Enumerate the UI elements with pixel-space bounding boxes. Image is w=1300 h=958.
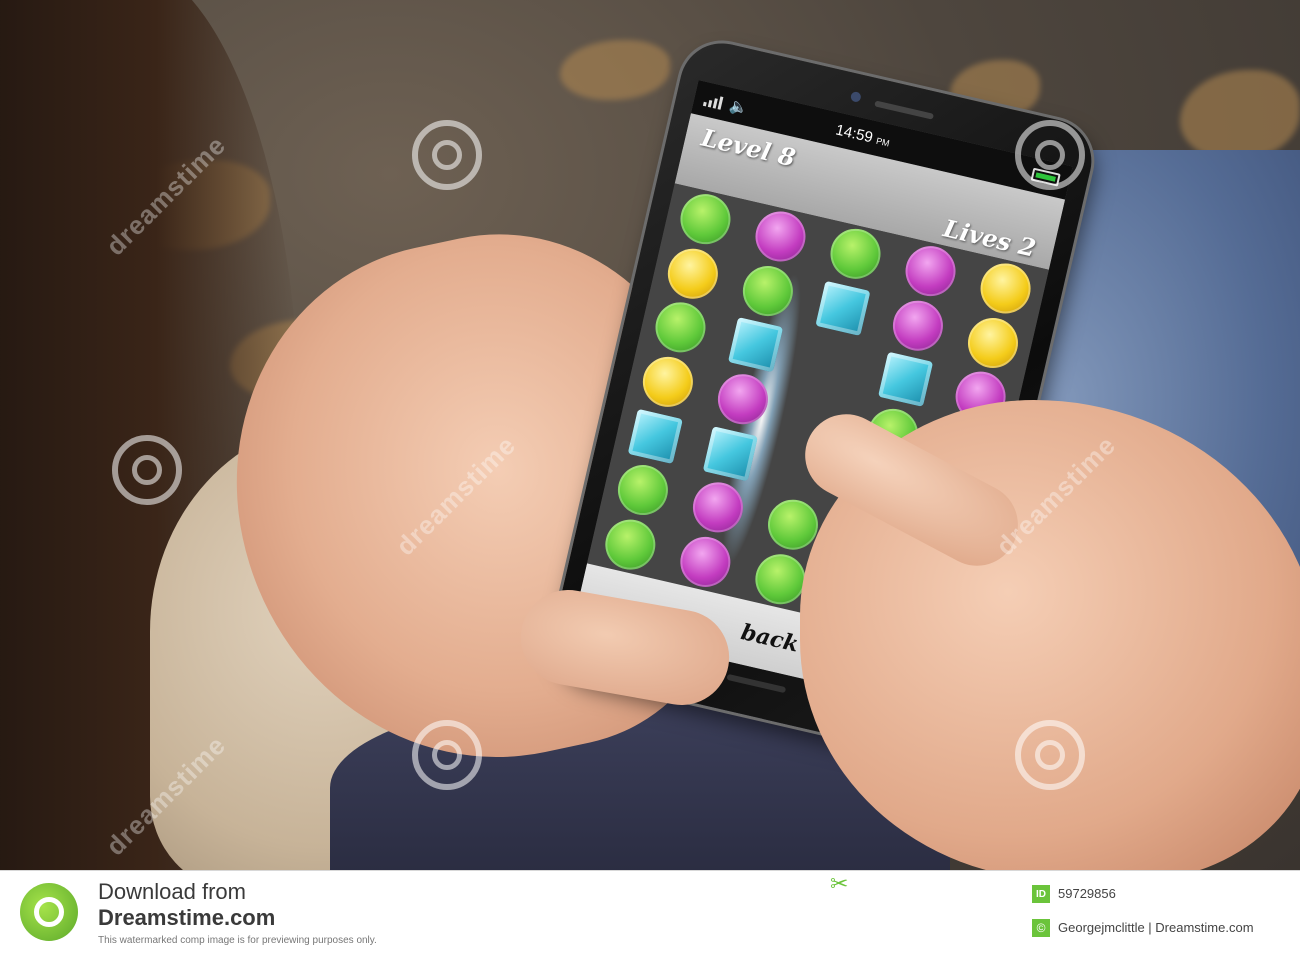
- watermark-swirl-icon: [412, 120, 482, 190]
- dreamstime-logo-icon: [20, 883, 78, 941]
- watermark-swirl-icon: [1015, 720, 1085, 790]
- background-photo: 🔈 14:59 PM Level 8 Lives 2 back dreamsti…: [0, 0, 1300, 870]
- gem-green[interactable]: [675, 189, 736, 250]
- download-from-text: Download from: [98, 879, 246, 904]
- gem-cyan[interactable]: [877, 351, 933, 408]
- photographer-credit: Georgejmclittle | Dreamstime.com: [1058, 920, 1254, 935]
- gem-yellow[interactable]: [663, 243, 724, 304]
- signal-icon: [702, 92, 724, 110]
- home-indicator[interactable]: [726, 673, 787, 694]
- gem-green[interactable]: [600, 514, 661, 575]
- fine-print: This watermarked comp image is for previ…: [98, 935, 377, 946]
- leaf-blur: [1180, 70, 1300, 160]
- leaf-blur: [560, 40, 670, 100]
- image-id: 59729856: [1058, 886, 1116, 901]
- gem-yellow[interactable]: [638, 352, 699, 412]
- copyright-icon: ©: [1032, 919, 1050, 937]
- gem-cyan[interactable]: [628, 408, 684, 464]
- gem-green[interactable]: [613, 460, 674, 521]
- clock-time: 14:59: [834, 121, 875, 147]
- gem-yellow[interactable]: [975, 258, 1036, 319]
- stock-banner: Download from Dreamstime.com This waterm…: [0, 870, 1300, 958]
- watermark-swirl-icon: [112, 435, 182, 505]
- gem-yellow[interactable]: [962, 312, 1023, 373]
- front-camera: [849, 90, 862, 103]
- gem-green[interactable]: [650, 297, 711, 358]
- gem-magenta[interactable]: [750, 206, 811, 267]
- gem-magenta[interactable]: [887, 295, 948, 356]
- volume-icon: 🔈: [727, 96, 750, 118]
- watermark-swirl-icon: [1015, 120, 1085, 190]
- id-badge: ID: [1032, 885, 1050, 903]
- watermark-swirl-icon: [412, 720, 482, 790]
- scissors-icon: ✂: [830, 871, 849, 896]
- status-clock: 14:59 PM: [834, 121, 892, 150]
- gem-green[interactable]: [825, 223, 886, 284]
- gem-magenta[interactable]: [900, 240, 961, 301]
- gem-cyan[interactable]: [815, 280, 871, 336]
- clock-suffix: PM: [875, 135, 891, 149]
- brand-name[interactable]: Dreamstime.com: [98, 905, 275, 931]
- speaker-grille: [874, 100, 935, 120]
